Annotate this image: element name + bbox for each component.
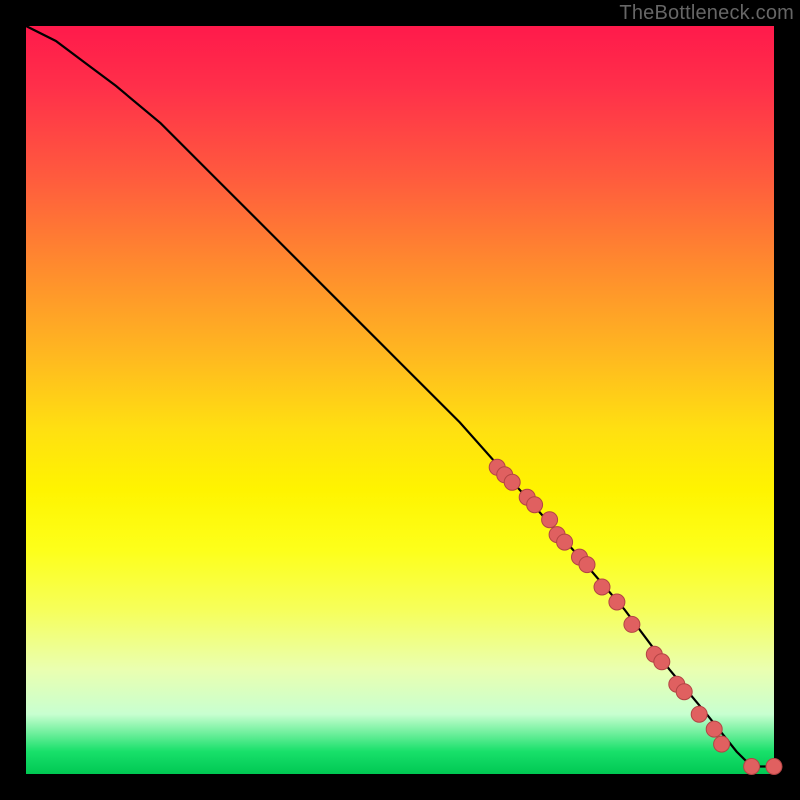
data-point: [542, 512, 558, 528]
data-point: [624, 616, 640, 632]
data-point: [676, 684, 692, 700]
chart-svg: [26, 26, 774, 774]
data-point: [714, 736, 730, 752]
data-point: [527, 497, 543, 513]
data-point: [744, 759, 760, 775]
plot-area: [26, 26, 774, 774]
data-point: [766, 759, 782, 775]
data-point: [557, 534, 573, 550]
data-points: [489, 459, 782, 774]
data-point: [609, 594, 625, 610]
data-point: [579, 557, 595, 573]
data-point: [594, 579, 610, 595]
data-point: [654, 654, 670, 670]
data-point: [504, 474, 520, 490]
chart-frame: TheBottleneck.com: [0, 0, 800, 800]
data-point: [691, 706, 707, 722]
attribution-label: TheBottleneck.com: [619, 2, 794, 25]
data-point: [706, 721, 722, 737]
